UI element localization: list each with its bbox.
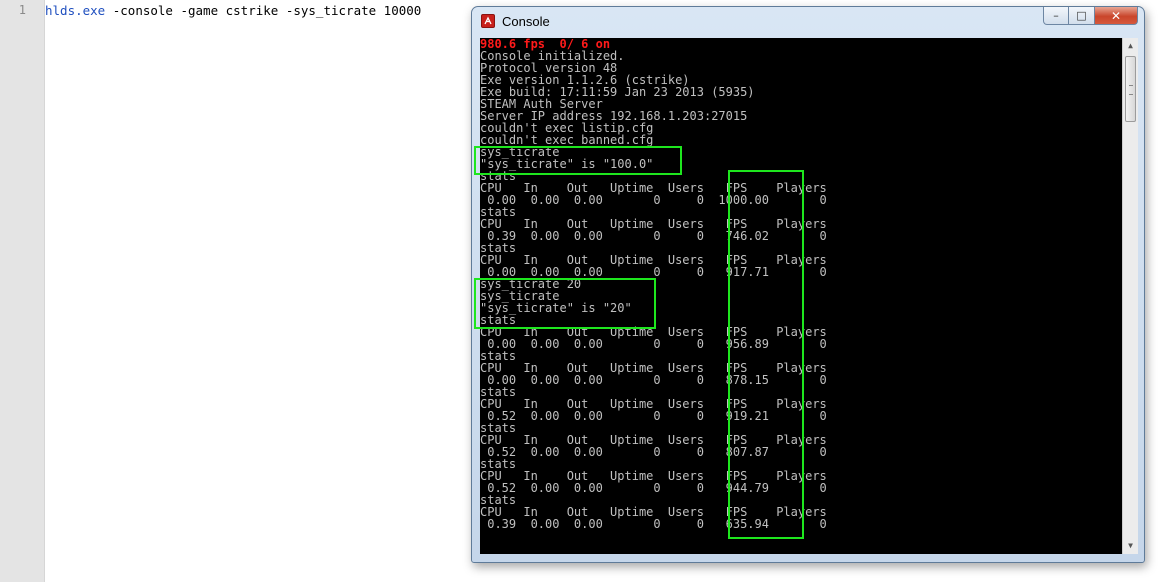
hl-app-icon: [481, 14, 495, 28]
line-number: 1: [18, 3, 26, 17]
scroll-down-arrow-icon[interactable]: ▼: [1123, 538, 1138, 554]
highlight-fps-column: [728, 170, 804, 539]
window-controls: – □ ✕: [1043, 7, 1138, 26]
grip-icon: [1129, 85, 1133, 95]
window-title: Console: [502, 14, 550, 29]
minimize-button[interactable]: –: [1043, 7, 1069, 25]
editor-command-line[interactable]: hlds.exe -console -game cstrike -sys_tic…: [45, 3, 421, 18]
scroll-up-arrow-icon[interactable]: ▲: [1123, 38, 1138, 54]
window-titlebar[interactable]: Console – □ ✕: [472, 7, 1144, 37]
scrollbar-thumb[interactable]: [1125, 56, 1136, 122]
highlight-ticrate-100: [474, 146, 682, 175]
console-scrollbar[interactable]: ▲ ▼: [1122, 38, 1138, 554]
highlight-ticrate-20: [474, 278, 656, 329]
close-button[interactable]: ✕: [1095, 7, 1138, 25]
maximize-button[interactable]: □: [1069, 7, 1095, 25]
command-exe: hlds.exe: [45, 3, 106, 18]
command-args: -console -game cstrike -sys_ticrate 1000…: [105, 3, 422, 18]
editor-gutter: 1: [0, 0, 45, 582]
